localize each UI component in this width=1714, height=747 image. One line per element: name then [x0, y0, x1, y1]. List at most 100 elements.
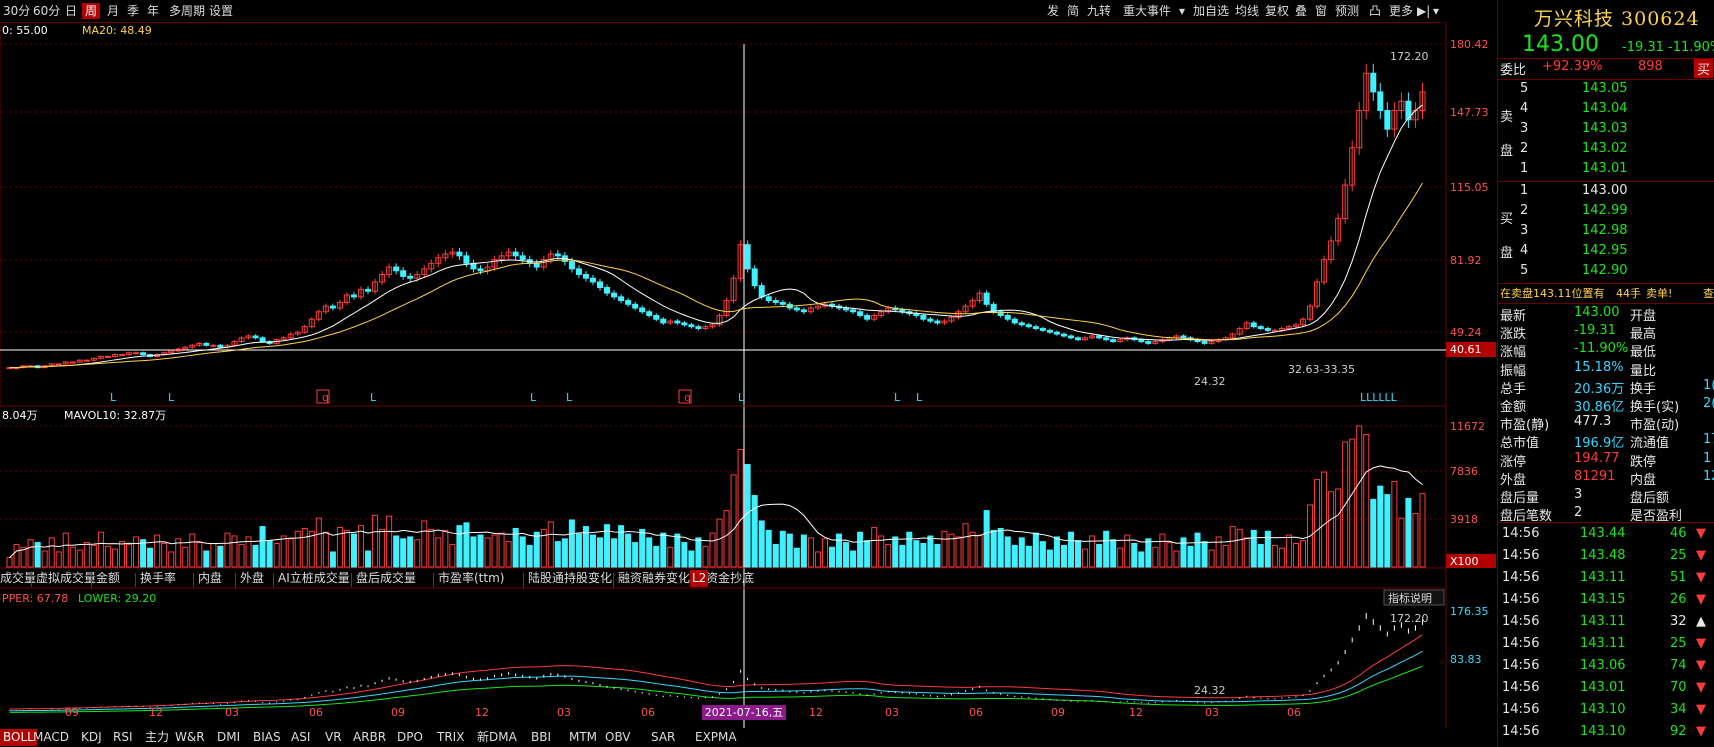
vol-bar-37: [266, 540, 273, 568]
period-5[interactable]: 季: [124, 3, 142, 19]
toolbar-right-6[interactable]: 均线: [1232, 3, 1262, 19]
candle-body-139: [983, 292, 990, 305]
toolbar-right-8[interactable]: 叠: [1292, 3, 1310, 19]
indicator-tab-3[interactable]: 换手率: [140, 570, 176, 587]
indicator-tab-2[interactable]: 金额: [96, 570, 120, 587]
main-ytick-4: 49.24: [1450, 326, 1482, 339]
toolbar-right-5[interactable]: 加自选: [1190, 3, 1232, 19]
vol-bar-106: [751, 495, 758, 568]
vol-bar-59: [421, 520, 428, 568]
vol-bar-167: [1180, 537, 1187, 568]
ask-side-label-1: 卖: [1500, 110, 1514, 125]
main-ytick-0: 180.42: [1450, 38, 1489, 51]
candle-body-148: [1046, 329, 1053, 333]
bottom-tab-7[interactable]: BIAS: [250, 729, 284, 746]
bottom-tab-1[interactable]: MACD: [30, 729, 72, 746]
toolbar-right-9[interactable]: 窗: [1312, 3, 1330, 19]
vol-bar-122: [864, 540, 871, 568]
toolbar-right-3[interactable]: 重大事件: [1120, 3, 1174, 19]
signal-marker-3: L: [370, 391, 377, 404]
vol-bar-55: [393, 535, 400, 568]
toolbar-right-2[interactable]: 九转: [1084, 3, 1114, 19]
period-7[interactable]: 多周期: [166, 3, 208, 19]
indicator-tab-1[interactable]: 虚拟成交量: [36, 570, 96, 587]
toolbar-right-14[interactable]: ▾: [1430, 3, 1442, 19]
vol-bar-60: [428, 528, 435, 568]
toolbar-right-0[interactable]: 发: [1044, 3, 1062, 19]
candle-body-87: [618, 296, 625, 302]
indicator-tab-9[interactable]: 陆股通持股变化: [528, 570, 612, 587]
stat-row-3: 振幅 15.18% 量比: [1500, 359, 1657, 379]
bottom-tab-3[interactable]: RSI: [110, 729, 136, 746]
x-axis-label-2: 03: [225, 706, 239, 719]
toolbar-right-4[interactable]: ▾: [1176, 3, 1188, 19]
bottom-tab-6[interactable]: DMI: [214, 729, 243, 746]
bottom-tab-13[interactable]: 新DMA: [474, 729, 520, 746]
candle-body-177: [1250, 322, 1257, 328]
candle-body-88: [625, 300, 632, 305]
candle-body-131: [927, 318, 934, 322]
bottom-tab-8[interactable]: ASI: [288, 729, 313, 746]
vol-bar-193: [1363, 433, 1370, 568]
period-6[interactable]: 年: [144, 3, 162, 19]
indicator-tab-10[interactable]: 融资融券变化: [618, 570, 690, 587]
vol-bar-26: [189, 533, 196, 568]
vol-bar-14: [104, 545, 111, 568]
ma20-line: [9, 182, 1423, 369]
indicator-tab-11[interactable]: 资金抄底: [706, 570, 754, 587]
bottom-tab-14[interactable]: BBI: [528, 729, 554, 746]
signal-marker-0: L: [110, 391, 117, 404]
toolbar-right-7[interactable]: 复权: [1262, 3, 1292, 19]
toolbar-right-1[interactable]: 简: [1064, 3, 1082, 19]
indicator-tab-6[interactable]: AI立桩成交量: [278, 570, 350, 587]
period-4[interactable]: 月: [104, 3, 122, 19]
bottom-tab-12[interactable]: TRIX: [434, 729, 467, 746]
toolbar-right-11[interactable]: 凸: [1366, 3, 1384, 19]
bottom-tab-5[interactable]: W&R: [172, 729, 208, 746]
bottom-tab-17[interactable]: SAR: [648, 729, 678, 746]
indicator-tab-4[interactable]: 内盘: [198, 570, 222, 587]
bottom-tab-16[interactable]: OBV: [602, 729, 634, 746]
indicator-tab-7[interactable]: 盘后成交量: [356, 570, 416, 587]
mavol10-legend: MAVOL10: 32.87万: [64, 409, 166, 422]
indicator-tab-8[interactable]: 市盈率(ttm): [438, 570, 504, 587]
vol-bar-107: [758, 520, 765, 568]
toolbar-right-12[interactable]: 更多: [1386, 3, 1416, 19]
bottom-tab-11[interactable]: DPO: [394, 729, 426, 746]
quote-panel: 万兴科技 300624 143.00 -19.31 -11.90% 委比 +92…: [1497, 0, 1714, 747]
vol-bar-168: [1187, 545, 1194, 568]
vol-bar-186: [1314, 479, 1321, 568]
bottom-tab-18[interactable]: EXPMA: [692, 729, 740, 746]
period-2[interactable]: 日: [62, 3, 80, 19]
bottom-tab-2[interactable]: KDJ: [78, 729, 105, 746]
tick-row-3: 14:56 143.15 26 ▼: [1502, 592, 1706, 607]
period-0[interactable]: 30分: [0, 3, 33, 19]
vol-bar-25: [182, 546, 189, 568]
period-1[interactable]: 60分: [30, 3, 63, 19]
candle-body-161: [1138, 339, 1145, 343]
period-8[interactable]: 设置: [206, 3, 236, 19]
signal-marker-7: L: [738, 391, 745, 404]
candle-body-82: [582, 273, 589, 279]
candle-body-85: [604, 287, 611, 294]
period-3[interactable]: 周: [82, 3, 101, 19]
toolbar-right-10[interactable]: 预测: [1332, 3, 1362, 19]
vol-bar-21: [154, 534, 161, 568]
bottom-tab-15[interactable]: MTM: [566, 729, 600, 746]
bottom-tab-10[interactable]: ARBR: [350, 729, 389, 746]
signal-marker-1: L: [168, 391, 175, 404]
vol-bar-172: [1215, 536, 1222, 568]
candle-body-65: [463, 255, 470, 264]
bottom-tab-4[interactable]: 主力: [142, 729, 172, 746]
buy-button[interactable]: 买: [1694, 59, 1714, 78]
vol-bar-182: [1285, 534, 1292, 568]
indicator-tab-5[interactable]: 外盘: [240, 570, 264, 587]
vol-bar-40: [287, 538, 294, 568]
order-notice: 在卖盘143.11位置有 44手 卖单! 查: [1500, 287, 1714, 300]
kline-chart[interactable]: 180.42 147.73 115.05 81.92 49.24 0: 55.00 MA20…: [0, 22, 1497, 728]
candle-body-150: [1060, 333, 1067, 337]
vol-bar-17: [126, 543, 133, 568]
bottom-tab-9[interactable]: VR: [322, 729, 345, 746]
x-axis-label-8: 12: [809, 706, 823, 719]
vol-bar-91: [646, 537, 653, 568]
